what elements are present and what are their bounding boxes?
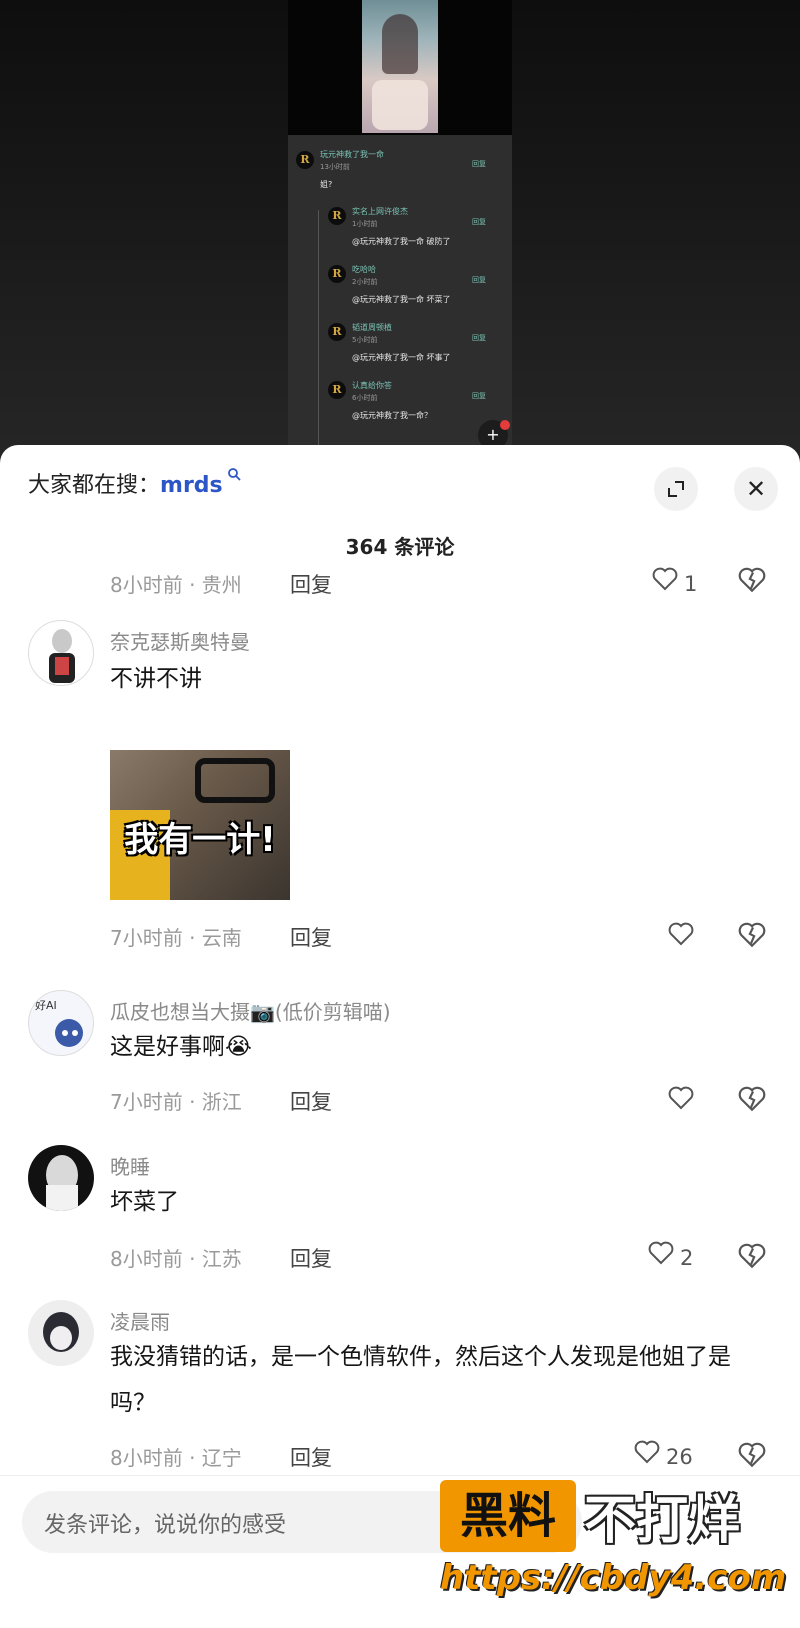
comment-count: 364 条评论 (345, 535, 455, 559)
embedded-avatar: R (328, 265, 346, 283)
embedded-comment: R 实名上网许俊杰 1小时前 @玩元神救了我一命 破防了 回复 (288, 205, 512, 255)
like-button[interactable] (668, 1086, 694, 1116)
embedded-name: 认真给你答 (352, 381, 392, 390)
watermark-text: 不打烊 (584, 1491, 741, 1551)
embedded-text: @玩元神救了我一命 坏菜了 (352, 295, 451, 304)
embedded-comment-screenshot: R 玩元神救了我一命 13小时前 姐? 回复 R 实名上网许俊杰 1小时前 @玩… (288, 135, 512, 455)
like-count: 26 (666, 1445, 693, 1469)
video-thumbnail[interactable] (362, 0, 438, 133)
comment-time-location: 8小时前 · 贵州 (110, 573, 242, 597)
expand-button[interactable] (654, 467, 698, 511)
heart-icon (634, 1440, 660, 1464)
avatar[interactable]: 好AI (28, 990, 94, 1056)
close-button[interactable]: ✕ (734, 467, 778, 511)
search-prefix: 大家都在搜： (28, 473, 161, 498)
embedded-text: @玩元神救了我一命 破防了 (352, 237, 451, 246)
notification-badge (500, 420, 510, 430)
embedded-comment: R 韬道周顿植 5小时前 @玩元神救了我一命 坏事了 回复 (288, 321, 512, 371)
watermark-box-text: 黑料 (459, 1488, 556, 1544)
meme-image[interactable]: 我有一计! (110, 750, 290, 900)
embedded-name: 韬道周顿植 (352, 323, 392, 332)
comment-text: 坏菜了 (110, 1189, 179, 1215)
embedded-text: @玩元神救了我一命 坏事了 (352, 353, 451, 362)
screen: R 玩元神救了我一命 13小时前 姐? 回复 R 实名上网许俊杰 1小时前 @玩… (0, 0, 800, 1628)
reply-button[interactable]: 回复 (290, 1086, 332, 1116)
comment-time-location: 8小时前 · 辽宁 (110, 1446, 242, 1470)
thumbnail-detail (372, 80, 428, 130)
comment-nickname[interactable]: 凌晨雨 (110, 1306, 170, 1335)
like-button[interactable]: 26 (634, 1440, 693, 1470)
embedded-reply: 回复 (472, 276, 486, 284)
comment-nickname[interactable]: 晚睡 (110, 1151, 150, 1180)
dislike-icon[interactable] (738, 567, 766, 593)
embedded-avatar: R (296, 151, 314, 169)
search-keyword[interactable]: mrds (160, 473, 223, 498)
dislike-icon[interactable] (738, 1086, 766, 1112)
reply-button[interactable]: 回复 (290, 1243, 332, 1273)
expand-icon (668, 481, 684, 497)
embedded-name: 实名上网许俊杰 (352, 207, 408, 216)
comments-sheet: 大家都在搜：mrds ✕ 364 条评论 8小时前 · 贵州 回复 1 奈克瑟斯… (0, 445, 800, 1628)
embedded-avatar: R (328, 323, 346, 341)
embedded-time: 1小时前 (352, 220, 378, 228)
embedded-reply: 回复 (472, 392, 486, 400)
search-icon (223, 468, 241, 485)
embedded-avatar: R (328, 381, 346, 399)
embedded-comment: R 吃哈哈 2小时前 @玩元神救了我一命 坏菜了 回复 (288, 263, 512, 313)
embedded-reply: 回复 (472, 160, 486, 168)
embedded-reply: 回复 (472, 334, 486, 342)
comment-time-location: 8小时前 · 江苏 (110, 1247, 242, 1271)
like-count: 1 (684, 572, 698, 596)
like-button[interactable]: 2 (648, 1241, 693, 1271)
comment-time-location: 7小时前 · 浙江 (110, 1090, 242, 1114)
avatar-badge: 好AI (35, 999, 57, 1012)
trending-search[interactable]: 大家都在搜：mrds (28, 467, 241, 499)
comment-text: 我没猜错的话，是一个色情软件，然后这个人发现是他姐了是吗？ (110, 1344, 731, 1416)
heart-icon (668, 922, 694, 946)
embedded-time: 2小时前 (352, 278, 378, 286)
avatar[interactable] (28, 1145, 94, 1211)
watermark-logo: 黑料 (440, 1480, 576, 1552)
like-button[interactable] (668, 922, 694, 952)
reply-button[interactable]: 回复 (290, 569, 332, 599)
embedded-time: 6小时前 (352, 394, 378, 402)
embedded-comment: R 玩元神救了我一命 13小时前 姐? 回复 (288, 145, 512, 195)
embedded-text: 姐? (320, 180, 333, 189)
dislike-icon[interactable] (738, 1442, 766, 1468)
embedded-reply: 回复 (472, 218, 486, 226)
comment-nickname[interactable]: 瓜皮也想当大摄📷(低价剪辑喵) (110, 996, 391, 1025)
watermark-url: https://cbdy4.com (440, 1558, 787, 1598)
heart-icon (652, 567, 678, 591)
embedded-comment: R 认真给你答 6小时前 @玩元神救了我一命？ 回复 (288, 379, 512, 429)
reply-button[interactable]: 回复 (290, 1442, 332, 1472)
like-button[interactable]: 1 (652, 567, 697, 597)
reply-button[interactable]: 回复 (290, 922, 332, 952)
embedded-avatar: R (328, 207, 346, 225)
comment-input-placeholder: 发条评论，说说你的感受 (44, 1513, 287, 1538)
dislike-icon[interactable] (738, 922, 766, 948)
embedded-text: @玩元神救了我一命？ (352, 411, 432, 420)
dislike-icon[interactable] (738, 1243, 766, 1269)
embedded-name: 吃哈哈 (352, 265, 376, 274)
embedded-time: 13小时前 (320, 163, 350, 171)
embedded-name: 玩元神救了我一命 (320, 150, 384, 159)
close-icon: ✕ (745, 475, 767, 503)
comment-text: 不讲不讲 (110, 666, 202, 692)
avatar[interactable] (28, 1300, 94, 1366)
comment-text: 这是好事啊😭 (110, 1034, 252, 1060)
heart-icon (648, 1241, 674, 1265)
meme-glasses (195, 758, 275, 803)
avatar[interactable] (28, 620, 94, 686)
meme-caption: 我有一计! (124, 820, 276, 860)
embedded-time: 5小时前 (352, 336, 378, 344)
comment-nickname[interactable]: 奈克瑟斯奥特曼 (110, 626, 250, 655)
comment-time-location: 7小时前 · 云南 (110, 926, 242, 950)
like-count: 2 (680, 1246, 694, 1270)
heart-icon (668, 1086, 694, 1110)
thumbnail-figure (382, 14, 418, 74)
